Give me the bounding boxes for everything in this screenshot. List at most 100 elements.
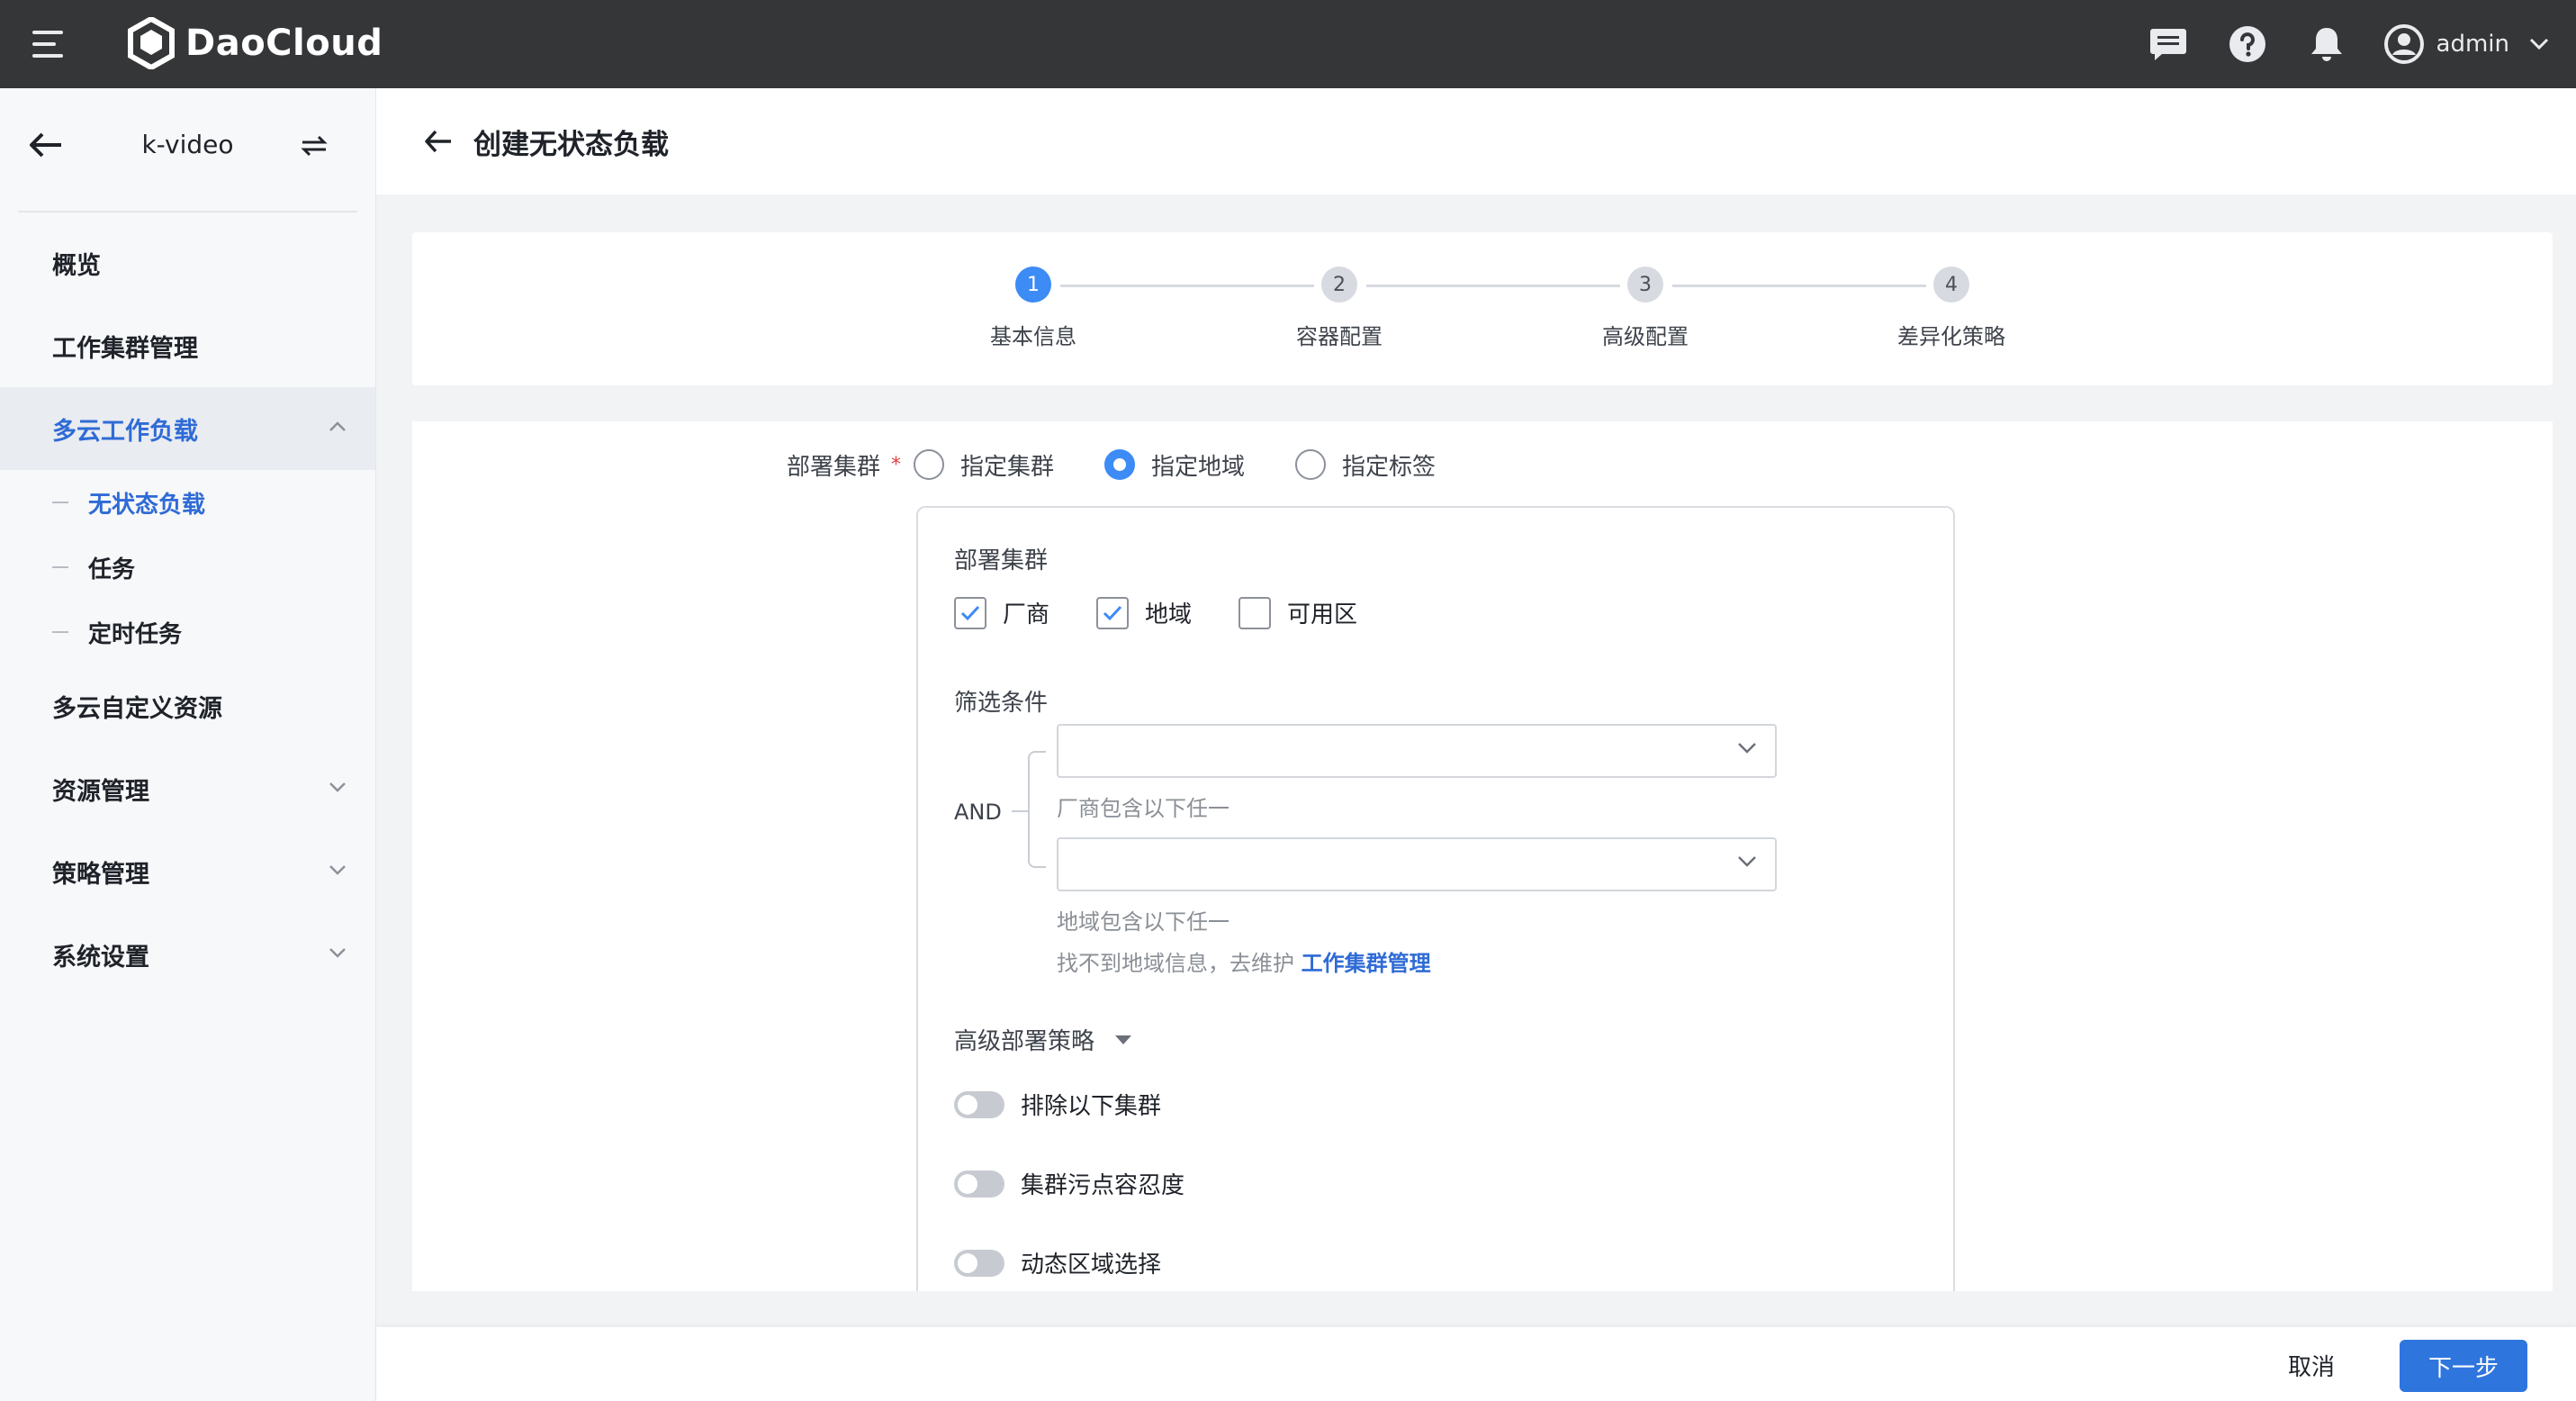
sidebar-subitem-label: 无状态负载 bbox=[88, 491, 206, 519]
panel-title: 部署集群 bbox=[954, 547, 1049, 574]
chevron-down-icon bbox=[329, 865, 346, 875]
dimension-checkboxes: 厂商 地域 可用区 bbox=[954, 596, 1404, 629]
required-mark: * bbox=[891, 453, 902, 476]
region-select[interactable] bbox=[1057, 837, 1777, 891]
radio-specify-region[interactable]: 指定地域 bbox=[1104, 448, 1245, 482]
step-advanced-config: 3 高级配置 bbox=[1546, 267, 1744, 350]
caret-down-icon bbox=[1115, 1035, 1132, 1044]
sidebar-subitem-jobs[interactable]: 任务 bbox=[0, 535, 375, 600]
sidebar-item-label: 策略管理 bbox=[52, 860, 149, 889]
radio-specify-cluster[interactable]: 指定集群 bbox=[914, 448, 1054, 482]
user-menu[interactable]: admin bbox=[2383, 24, 2549, 64]
sidebar-header: k-video bbox=[18, 88, 357, 212]
radio-circle[interactable] bbox=[914, 449, 945, 480]
missing-region-text: 找不到地域信息，去维护 bbox=[1057, 951, 1294, 976]
taint-toleration-row: 集群污点容忍度 bbox=[954, 1167, 1184, 1200]
checkbox-box[interactable] bbox=[1238, 596, 1272, 629]
chevron-up-icon bbox=[329, 421, 346, 431]
cancel-button[interactable]: 取消 bbox=[2268, 1340, 2355, 1390]
logo: DaoCloud bbox=[128, 14, 383, 72]
sidebar-item-custom-resources[interactable]: 多云自定义资源 bbox=[0, 664, 375, 747]
dynamic-region-switch[interactable] bbox=[954, 1249, 1004, 1277]
check-icon bbox=[960, 605, 980, 620]
radio-circle[interactable] bbox=[1104, 449, 1136, 480]
missing-region-hint: 找不到地域信息，去维护 工作集群管理 bbox=[1057, 945, 1431, 977]
switch-icon[interactable] bbox=[300, 133, 329, 162]
vendor-select[interactable] bbox=[1057, 724, 1777, 778]
step-basic-info: 1 基本信息 bbox=[934, 267, 1132, 350]
sidebar-item-multicloud-workload[interactable]: 多云工作负载 bbox=[0, 387, 375, 470]
radio-label: 指定标签 bbox=[1342, 453, 1437, 481]
step-label: 差异化策略 bbox=[1897, 324, 2005, 349]
radio-label: 指定集群 bbox=[960, 453, 1055, 481]
check-icon bbox=[1103, 605, 1122, 620]
radio-circle[interactable] bbox=[1295, 449, 1327, 480]
page-header: 创建无状态负载 bbox=[376, 88, 2576, 194]
next-button[interactable]: 下一步 bbox=[2400, 1340, 2527, 1392]
sidebar-item-resource-management[interactable]: 资源管理 bbox=[0, 747, 375, 830]
footer-actions: 取消 下一步 bbox=[376, 1327, 2576, 1401]
form-card: 部署集群 * 指定集群 指定地域 指定标签 部署集群 厂商 地域 可用区 筛选条… bbox=[412, 421, 2553, 1291]
region-select-hint: 地域包含以下任一 bbox=[1057, 909, 1229, 935]
checkbox-label: 地域 bbox=[1145, 601, 1193, 628]
chevron-down-icon bbox=[2529, 38, 2549, 50]
advanced-strategy-toggle[interactable]: 高级部署策略 bbox=[954, 1023, 1132, 1056]
taint-toleration-switch[interactable] bbox=[954, 1170, 1004, 1198]
sidebar-item-policy-management[interactable]: 策略管理 bbox=[0, 830, 375, 913]
sidebar-item-label: 资源管理 bbox=[52, 777, 149, 806]
sidebar-subitem-label: 任务 bbox=[88, 556, 136, 583]
dynamic-region-row: 动态区域选择 bbox=[954, 1246, 1161, 1279]
deploy-cluster-label: 部署集群 bbox=[787, 453, 881, 481]
toggle-label: 排除以下集群 bbox=[1021, 1093, 1162, 1120]
radio-specify-label[interactable]: 指定标签 bbox=[1295, 448, 1436, 482]
step-container-config: 2 容器配置 bbox=[1240, 267, 1438, 350]
sidebar-item-label: 系统设置 bbox=[52, 943, 149, 972]
step-number: 3 bbox=[1627, 267, 1663, 303]
checkbox-label: 可用区 bbox=[1287, 601, 1358, 628]
checkbox-box[interactable] bbox=[1096, 596, 1130, 629]
sidebar-subitem-label: 定时任务 bbox=[88, 620, 183, 648]
step-number: 2 bbox=[1321, 267, 1357, 303]
menu-icon[interactable] bbox=[32, 28, 68, 60]
and-bracket bbox=[1028, 751, 1046, 868]
checkbox-box[interactable] bbox=[954, 596, 986, 629]
message-icon[interactable] bbox=[2147, 23, 2190, 66]
step-number: 4 bbox=[1933, 267, 1969, 303]
sidebar-item-cluster-management[interactable]: 工作集群管理 bbox=[0, 304, 375, 387]
sidebar-item-label: 多云工作负载 bbox=[52, 417, 198, 446]
help-icon[interactable] bbox=[2226, 23, 2269, 66]
cluster-management-link[interactable]: 工作集群管理 bbox=[1302, 951, 1431, 976]
sidebar: k-video 概览 工作集群管理 多云工作负载 无状态负载 任务 定时任务 多… bbox=[0, 88, 376, 1401]
steps-card: 1 基本信息 2 容器配置 3 高级配置 4 差异化策略 bbox=[412, 232, 2553, 385]
step-label: 基本信息 bbox=[990, 324, 1076, 349]
radio-label: 指定地域 bbox=[1151, 453, 1246, 481]
chevron-down-icon bbox=[1738, 856, 1756, 867]
toggle-label: 动态区域选择 bbox=[1021, 1252, 1162, 1279]
bell-icon[interactable] bbox=[2305, 23, 2348, 66]
chevron-down-icon bbox=[329, 782, 346, 792]
page-title: 创建无状态负载 bbox=[473, 128, 669, 161]
advanced-strategy-title: 高级部署策略 bbox=[954, 1028, 1095, 1055]
user-icon bbox=[2383, 24, 2424, 64]
filter-title: 筛选条件 bbox=[954, 690, 1049, 717]
chevron-down-icon bbox=[1738, 743, 1756, 754]
checkbox-zone[interactable]: 可用区 bbox=[1238, 596, 1357, 629]
sidebar-item-label: 多云自定义资源 bbox=[52, 694, 222, 723]
checkbox-region[interactable]: 地域 bbox=[1096, 596, 1192, 629]
sidebar-item-label: 概览 bbox=[52, 251, 101, 280]
deploy-cluster-row: 部署集群 * 指定集群 指定地域 指定标签 bbox=[787, 439, 1486, 490]
daocloud-logo-icon bbox=[128, 17, 175, 69]
sidebar-subitem-deployments[interactable]: 无状态负载 bbox=[0, 470, 375, 535]
back-arrow-icon[interactable] bbox=[425, 130, 452, 153]
username: admin bbox=[2436, 31, 2509, 58]
sidebar-subitem-cronjobs[interactable]: 定时任务 bbox=[0, 600, 375, 664]
brand-name: DaoCloud bbox=[185, 23, 383, 64]
sidebar-item-overview[interactable]: 概览 bbox=[0, 221, 375, 304]
exclude-clusters-switch[interactable] bbox=[954, 1090, 1004, 1118]
step-label: 容器配置 bbox=[1296, 324, 1383, 349]
and-connector bbox=[1012, 810, 1028, 812]
checkbox-vendor[interactable]: 厂商 bbox=[954, 596, 1049, 629]
sidebar-item-system-settings[interactable]: 系统设置 bbox=[0, 913, 375, 996]
toggle-label: 集群污点容忍度 bbox=[1021, 1172, 1185, 1199]
step-number: 1 bbox=[1015, 267, 1051, 303]
